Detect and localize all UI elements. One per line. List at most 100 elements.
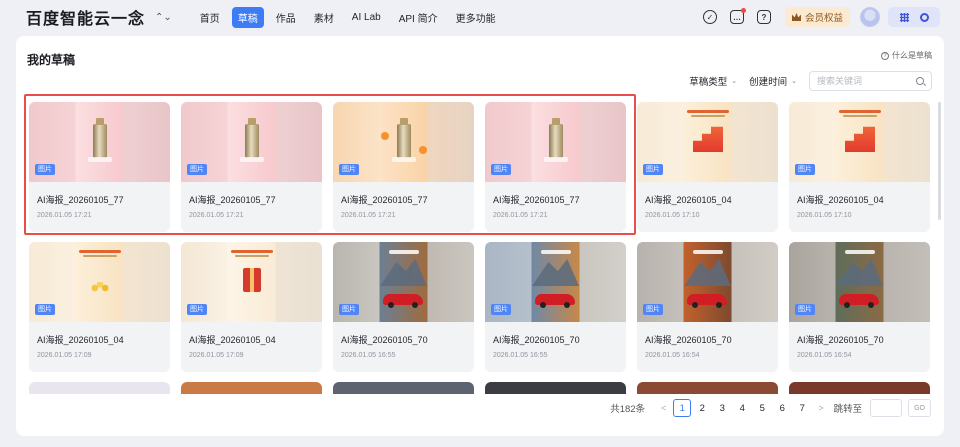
nav-materials[interactable]: 素材 (308, 7, 340, 28)
search-input[interactable] (817, 76, 916, 86)
question-icon: ? (881, 51, 889, 60)
mountain-graphic (380, 259, 427, 286)
draft-date: 2026.01.05 17:09 (37, 352, 92, 359)
draft-thumbnail[interactable]: 图片 (789, 242, 930, 322)
nav-drafts[interactable]: 草稿 (231, 6, 264, 28)
draft-card[interactable]: 图片 AI海报_20260105_70 2026.01.05 16:54 (637, 242, 778, 372)
draft-thumbnail[interactable]: 图片 (637, 102, 778, 182)
nav-home[interactable]: 首页 (194, 7, 226, 28)
product-bottle-image (88, 118, 112, 162)
drafts-grid: 图片 AI海报_20260105_77 2026.01.05 17:21 图片 AI海报… (29, 102, 931, 372)
draft-name[interactable]: AI海报_20260105_04 (797, 193, 884, 206)
page-number[interactable]: 1 (673, 399, 692, 417)
image-type-tag: 图片 (35, 304, 55, 315)
draft-card[interactable]: 图片 AI海报_20260105_77 2026.01.05 17:21 (181, 102, 322, 232)
draft-name[interactable]: AI海报_20260105_77 (37, 193, 124, 206)
draft-card-partial[interactable] (637, 382, 778, 394)
draft-name[interactable]: AI海报_20260105_70 (797, 333, 884, 346)
draft-card[interactable]: 图片 AI海报_20260105_04 2026.01.05 17:09 (181, 242, 322, 372)
draft-card-partial[interactable] (29, 382, 170, 394)
draft-thumbnail[interactable]: 图片 (333, 242, 474, 322)
page-number[interactable]: 4 (733, 399, 751, 417)
draft-card[interactable]: 图片 AI海报_20260105_77 2026.01.05 17:21 (333, 102, 474, 232)
prev-page-button[interactable]: < (661, 403, 666, 413)
draft-thumbnail[interactable]: 图片 (29, 242, 170, 322)
image-type-tag: 图片 (187, 164, 207, 175)
search-icon[interactable] (916, 77, 924, 85)
page-number[interactable]: 2 (693, 399, 711, 417)
jump-page-input[interactable] (870, 399, 903, 417)
create-time-filter[interactable]: 创建时间 ⌄ (749, 74, 797, 88)
drafts-panel: 我的草稿 ?什么是草稿 草稿类型⌄ 创建时间⌄ 图片AI海报_20260105_… (16, 36, 944, 436)
draft-card-partial[interactable] (485, 382, 626, 394)
poster-headline-graphic (541, 250, 571, 254)
draft-thumbnail[interactable]: 图片 (789, 102, 930, 182)
vip-benefits-button[interactable]: 会员权益 (784, 7, 850, 27)
draft-type-filter[interactable]: 草稿类型 ⌄ (689, 74, 737, 88)
poster-headline-graphic (839, 110, 881, 113)
draft-name[interactable]: AI海报_20260105_04 (37, 333, 124, 346)
draft-name[interactable]: AI海报_20260105_77 (493, 193, 580, 206)
draft-thumbnail[interactable]: 图片 (637, 242, 778, 322)
nav-works[interactable]: 作品 (270, 7, 302, 28)
gift-box-graphic (243, 268, 261, 292)
draft-card[interactable]: 图片 AI海报_20260105_70 2026.01.05 16:54 (789, 242, 930, 372)
draft-card-partial[interactable] (789, 382, 930, 394)
page-number[interactable]: 3 (713, 399, 731, 417)
message-icon[interactable]: … (729, 8, 746, 24)
draft-thumbnail[interactable]: 图片 (333, 102, 474, 182)
draft-card[interactable]: 图片 AI海报_20260105_04 2026.01.05 17:09 (29, 242, 170, 372)
check-icon[interactable]: ✓ (702, 10, 717, 24)
draft-name[interactable]: AI海报_20260105_77 (189, 193, 276, 206)
crown-icon (791, 13, 801, 21)
draft-card[interactable]: 图片 AI海报_20260105_77 2026.01.05 17:21 (29, 102, 170, 232)
page-number[interactable]: 7 (793, 399, 811, 417)
draft-name[interactable]: AI海报_20260105_70 (493, 333, 580, 346)
nav-more-features[interactable]: 更多功能 (450, 7, 502, 28)
next-page-button[interactable]: > (818, 403, 823, 413)
help-icon[interactable]: ? (756, 10, 771, 24)
draft-name[interactable]: AI海报_20260105_04 (189, 333, 276, 346)
user-avatar[interactable] (860, 7, 880, 27)
drafts-grid-area: 图片 AI海报_20260105_77 2026.01.05 17:21 图片 AI海报… (29, 102, 931, 394)
draft-card[interactable]: 图片 AI海报_20260105_77 2026.01.05 17:21 (485, 102, 626, 232)
ring-icon (919, 12, 929, 22)
poster-subline-graphic (843, 115, 877, 117)
draft-card-partial[interactable] (181, 382, 322, 394)
jump-label: 跳转至 (833, 404, 863, 415)
draft-card[interactable]: 图片 AI海报_20260105_70 2026.01.05 16:55 (485, 242, 626, 372)
vertical-scrollbar[interactable] (938, 102, 941, 220)
draft-card-partial[interactable] (333, 382, 474, 394)
draft-name[interactable]: AI海报_20260105_70 (645, 333, 732, 346)
workspace-switch-icon[interactable]: ⌃⌄ (155, 12, 172, 23)
draft-date: 2026.01.05 17:21 (189, 212, 244, 219)
logo[interactable]: 百度智能云一念 (26, 5, 145, 29)
draft-thumbnail[interactable]: 图片 (29, 102, 170, 182)
page-number[interactable]: 6 (773, 399, 791, 417)
draft-name[interactable]: AI海报_20260105_70 (341, 333, 428, 346)
nav-api-intro[interactable]: API 简介 (393, 7, 444, 28)
draft-name[interactable]: AI海报_20260105_77 (341, 193, 428, 206)
product-bottle-image (544, 118, 568, 162)
poster-headline-graphic (79, 250, 121, 253)
draft-card[interactable]: 图片 AI海报_20260105_70 2026.01.05 16:55 (333, 242, 474, 372)
draft-card[interactable]: 图片 AI海报_20260105_04 2026.01.05 17:10 (637, 102, 778, 232)
draft-thumbnail[interactable]: 图片 (485, 102, 626, 182)
app-switcher[interactable] (888, 7, 940, 27)
nav-ai-lab[interactable]: AI Lab (346, 9, 387, 26)
draft-name[interactable]: AI海报_20260105_04 (645, 193, 732, 206)
what-is-draft-link[interactable]: ? 什么是草稿 (881, 50, 932, 61)
growth-chart-graphic (693, 126, 723, 152)
draft-card[interactable]: 图片 AI海报_20260105_04 2026.01.05 17:10 (789, 102, 930, 232)
go-button[interactable]: GO (908, 399, 931, 417)
draft-thumbnail[interactable]: 图片 (181, 242, 322, 322)
draft-thumbnail[interactable]: 图片 (181, 102, 322, 182)
draft-thumbnail[interactable]: 图片 (485, 242, 626, 322)
page-number[interactable]: 5 (753, 399, 771, 417)
draft-date: 2026.01.05 16:54 (797, 352, 852, 359)
orange-fruit-image (419, 146, 427, 154)
top-navigation-bar: 百度智能云一念 ⌃⌄ 首页 草稿 作品 素材 AI Lab API 简介 更多功… (0, 0, 960, 34)
mountain-graphic (836, 259, 883, 286)
mountain-graphic (684, 259, 731, 286)
help-label: 什么是草稿 (892, 51, 932, 60)
